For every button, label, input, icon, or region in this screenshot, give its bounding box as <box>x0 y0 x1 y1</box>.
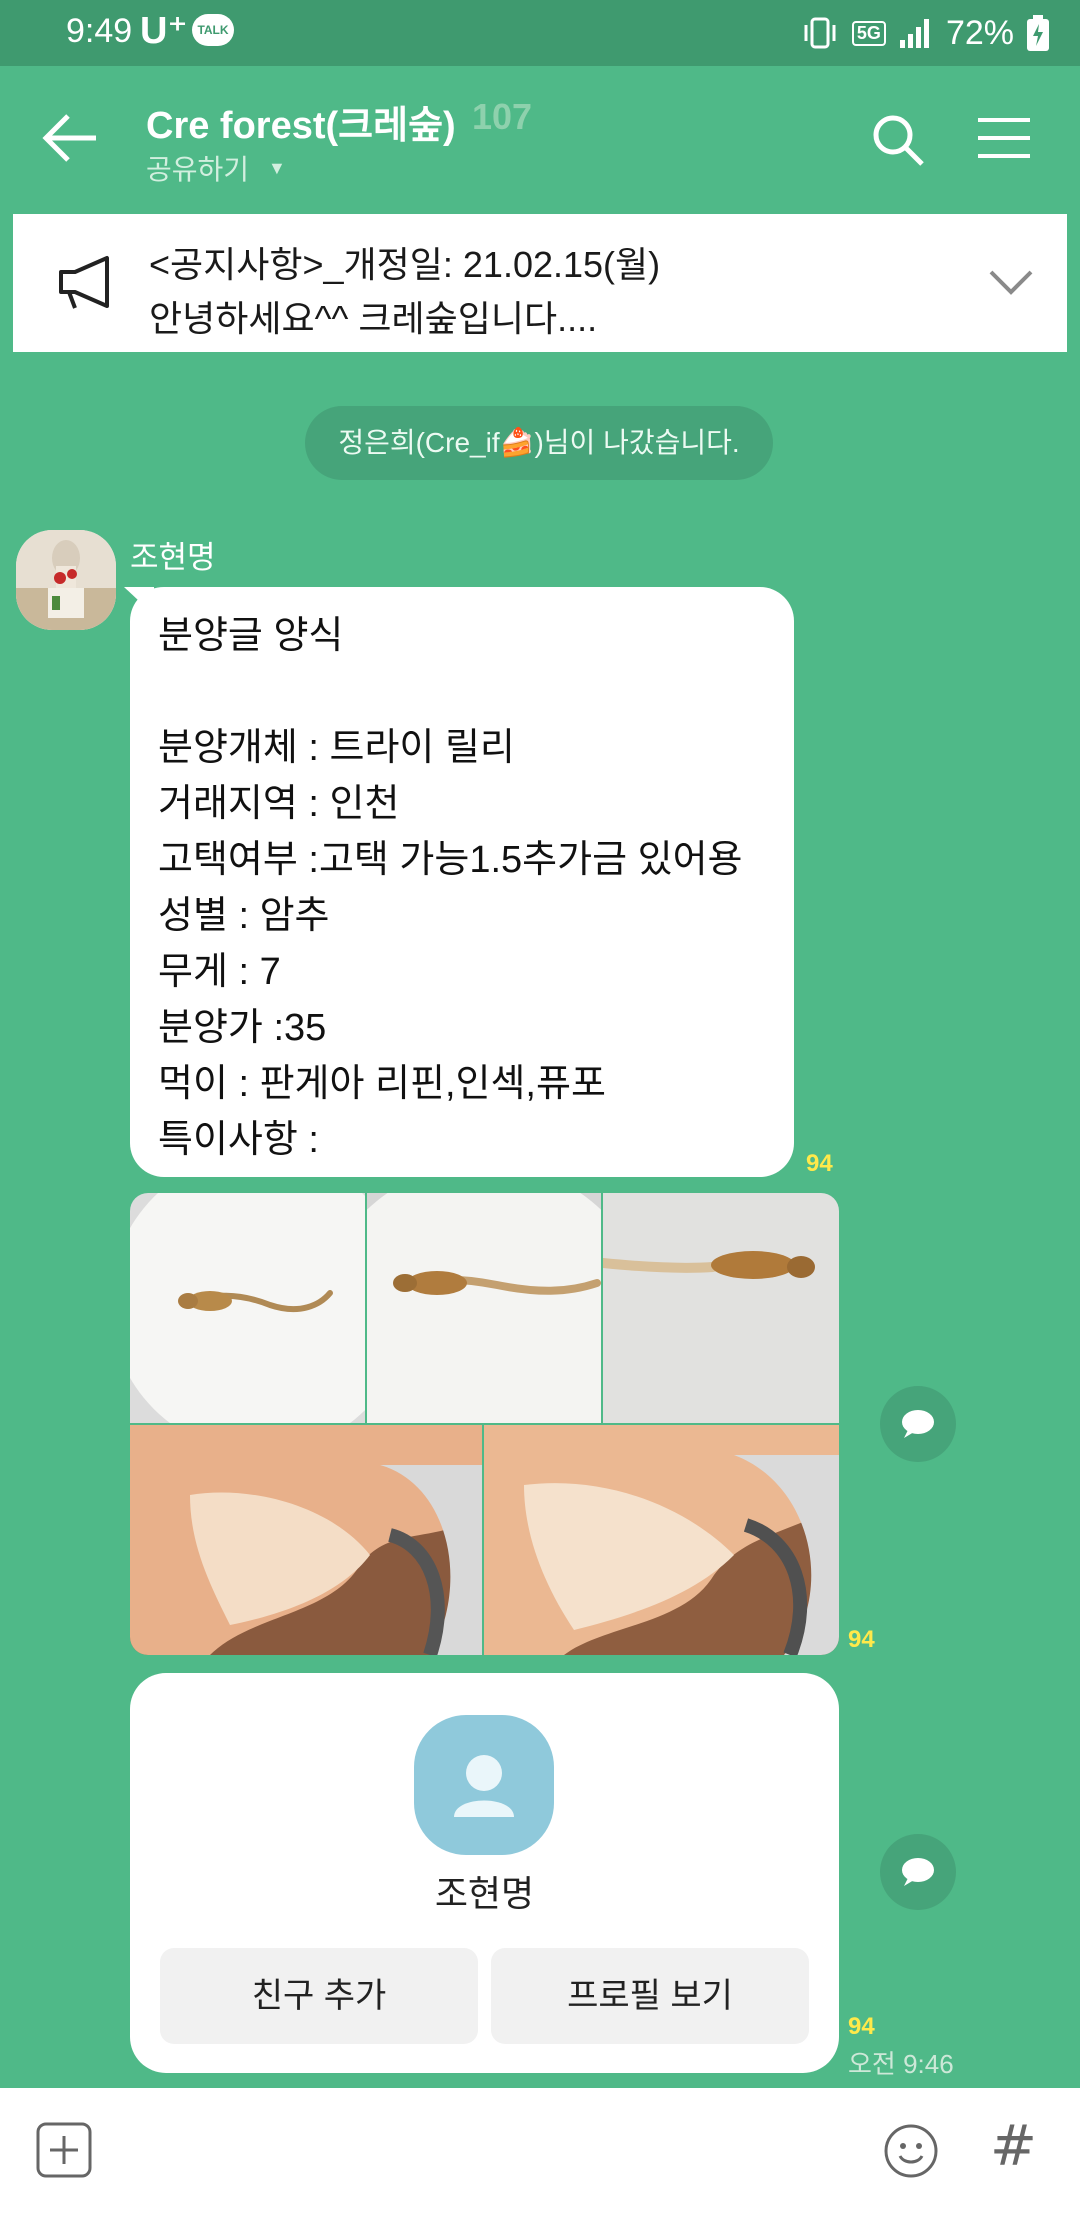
sender-avatar[interactable] <box>16 530 116 630</box>
share-button[interactable]: 공유하기 <box>146 148 249 188</box>
message-text: 분양글 양식 분양개체 : 트라이 릴리 거래지역 : 인천 고택여부 :고택 … <box>158 615 743 1161</box>
reply-button[interactable] <box>880 1834 956 1910</box>
vibrate-icon <box>804 17 836 49</box>
status-bar: 9:49 U⁺ TALK 5G 72% <box>0 0 1080 66</box>
plus-icon[interactable] <box>36 2122 92 2178</box>
system-message: 정은희(Cre_if🍰)님이 나갔습니다. <box>305 406 773 480</box>
speech-bubble-icon <box>902 1858 934 1886</box>
input-bar: # <box>0 2088 1080 2214</box>
signal-icon <box>899 19 929 48</box>
read-count: 94 <box>848 2013 875 2040</box>
emoji-icon[interactable] <box>882 2122 940 2180</box>
5g-icon: 5G <box>851 20 886 46</box>
status-icons: 5G 72% <box>800 10 1050 56</box>
default-person-icon <box>454 1755 514 1817</box>
add-friend-button[interactable]: 친구 추가 <box>160 1948 478 2044</box>
chat-screen: 9:49 U⁺ TALK 5G 72% Cre forest(크레숲) 107 … <box>0 0 1080 2214</box>
chat-header: Cre forest(크레숲) 107 공유하기 ▼ <box>0 66 1080 208</box>
battery-percent: 72% <box>945 13 1014 52</box>
read-count: 94 <box>806 1150 833 1177</box>
photo-thumbnail[interactable] <box>367 1193 601 1423</box>
member-count: 107 <box>472 96 533 137</box>
chat-room-title[interactable]: Cre forest(크레숲) <box>146 94 456 149</box>
profile-name: 조현명 <box>434 1873 535 1914</box>
notice-preview: 안녕하세요^^ 크레숲입니다.... <box>149 298 598 339</box>
chevron-down-icon[interactable] <box>987 264 1035 300</box>
caret-down-icon[interactable]: ▼ <box>268 158 286 179</box>
photo-thumbnail[interactable] <box>130 1193 365 1423</box>
status-time: 9:49 <box>66 12 133 50</box>
photo-thumbnail[interactable] <box>130 1425 482 1655</box>
message-time: 오전 9:46 <box>848 2049 954 2079</box>
sender-name: 조현명 <box>130 540 216 575</box>
notice-banner[interactable]: <공지사항>_개정일: 21.02.15(월) 안녕하세요^^ 크레숲입니다..… <box>13 214 1067 352</box>
search-icon[interactable] <box>870 112 926 168</box>
hashtag-icon[interactable]: # <box>990 2114 1037 2179</box>
view-profile-button[interactable]: 프로필 보기 <box>491 1948 809 2044</box>
talk-notification-icon: TALK <box>192 14 234 46</box>
carrier-label: U⁺ <box>140 10 188 52</box>
photo-thumbnail[interactable] <box>603 1193 839 1423</box>
megaphone-icon <box>59 256 109 309</box>
read-count: 94 <box>848 1626 875 1653</box>
speech-bubble-icon <box>902 1410 934 1438</box>
photo-thumbnail[interactable] <box>484 1425 839 1655</box>
battery-icon <box>1027 15 1049 51</box>
profile-card: 조현명 친구 추가 프로필 보기 <box>130 1673 839 2073</box>
menu-icon[interactable] <box>976 116 1032 160</box>
back-arrow-icon[interactable] <box>40 110 104 166</box>
profile-avatar[interactable] <box>414 1715 554 1855</box>
notice-title: <공지사항>_개정일: 21.02.15(월) <box>149 244 661 285</box>
reply-button[interactable] <box>880 1386 956 1462</box>
